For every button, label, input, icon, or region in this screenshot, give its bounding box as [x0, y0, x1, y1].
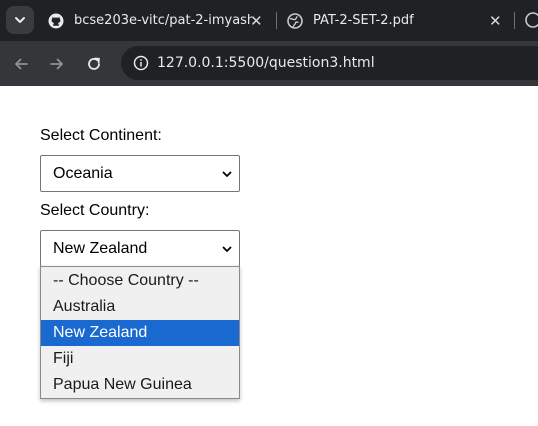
address-bar[interactable]: 127.0.0.1:5500/question3.html [121, 46, 538, 80]
globe-icon [287, 12, 303, 29]
tab-search-button[interactable] [6, 6, 34, 34]
arrow-right-icon [50, 58, 63, 70]
chevron-down-icon [222, 171, 232, 177]
site-info-icon[interactable] [129, 51, 153, 75]
country-option[interactable]: Papua New Guinea [41, 372, 239, 398]
continent-select-value: Oceania [53, 165, 113, 182]
country-dropdown-list: -- Choose Country -- Australia New Zeala… [40, 266, 240, 399]
back-button[interactable] [9, 52, 33, 76]
close-icon[interactable]: ✕ [489, 12, 502, 30]
continent-select[interactable]: Oceania [40, 155, 240, 192]
tab-strip: bcse203e-vitc/pat-2-imyashw ✕ PAT-2-SET-… [0, 0, 538, 41]
country-option-highlighted[interactable]: New Zealand [41, 320, 239, 346]
tab-divider [514, 12, 515, 29]
tab-divider [276, 12, 277, 29]
forward-button[interactable] [45, 52, 69, 76]
close-icon[interactable]: ✕ [250, 12, 263, 30]
continent-label: Select Continent: [40, 127, 162, 144]
reload-button[interactable] [82, 52, 106, 76]
tab-title: PAT-2-SET-2.pdf [313, 13, 414, 28]
tab-title: bcse203e-vitc/pat-2-imyashw [74, 13, 252, 28]
chevron-down-icon [15, 17, 25, 23]
country-select[interactable]: New Zealand [40, 230, 240, 267]
country-option[interactable]: -- Choose Country -- [41, 268, 239, 294]
tab-pdf[interactable]: PAT-2-SET-2.pdf ✕ [287, 0, 507, 41]
github-icon [48, 13, 64, 29]
country-option[interactable]: Fiji [41, 346, 239, 372]
country-label: Select Country: [40, 202, 150, 219]
url-text: 127.0.0.1:5500/question3.html [157, 55, 375, 71]
globe-icon [525, 12, 538, 33]
arrow-left-icon [15, 58, 28, 70]
country-select-value: New Zealand [53, 240, 148, 257]
tab-github[interactable]: bcse203e-vitc/pat-2-imyashw ✕ [48, 0, 268, 41]
country-option[interactable]: Australia [41, 294, 239, 320]
chevron-down-icon [222, 246, 232, 252]
reload-icon [88, 57, 100, 70]
